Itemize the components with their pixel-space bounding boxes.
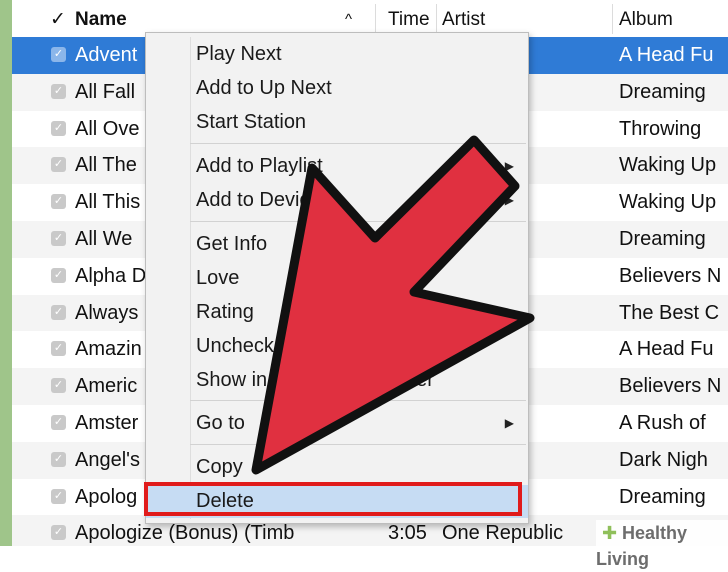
menu-item-label: Go to xyxy=(196,412,245,434)
column-divider xyxy=(436,4,437,34)
song-checkbox[interactable]: ✓ xyxy=(51,341,66,357)
menu-separator xyxy=(190,400,526,401)
leaf-logo-icon: ✚ xyxy=(602,523,618,543)
menu-item-love[interactable]: Love xyxy=(196,262,516,295)
song-checkbox[interactable]: ✓ xyxy=(51,83,66,99)
check-column-header[interactable]: ✓ xyxy=(50,0,66,37)
menu-item-copy[interactable]: Copy xyxy=(196,451,516,484)
menu-item-add-to-playlist[interactable]: Add to Playlist ▶ xyxy=(196,150,516,183)
song-album: Dark Nigh xyxy=(619,448,708,471)
menu-item-rating[interactable]: Rating xyxy=(196,296,516,329)
album-column-header[interactable]: Album xyxy=(619,0,673,37)
song-album: A Rush of xyxy=(619,411,706,434)
name-column-header[interactable]: Name xyxy=(75,0,127,37)
menu-item-uncheck-selection[interactable]: Uncheck Selection xyxy=(196,330,516,363)
submenu-arrow-icon: ▶ xyxy=(504,416,514,430)
song-album: Dreaming xyxy=(619,485,706,508)
song-album: Waking Up xyxy=(619,154,717,177)
song-album: Dreaming xyxy=(619,80,706,103)
menu-item-label: Add to Device xyxy=(196,189,321,211)
song-checkbox[interactable]: ✓ xyxy=(51,378,66,394)
song-checkbox[interactable]: ✓ xyxy=(51,414,66,430)
song-album: Dreaming xyxy=(619,227,706,250)
song-checkbox[interactable]: ✓ xyxy=(51,194,66,210)
context-menu: Play Next Add to Up Next Start Station A… xyxy=(145,32,529,524)
menu-separator xyxy=(190,143,526,144)
song-checkbox[interactable]: ✓ xyxy=(51,157,66,173)
menu-item-start-station[interactable]: Start Station xyxy=(196,106,516,139)
menu-item-play-next[interactable]: Play Next xyxy=(196,38,516,71)
song-album: Waking Up xyxy=(619,191,717,214)
menu-item-add-to-up-next[interactable]: Add to Up Next xyxy=(196,72,516,105)
song-checkbox[interactable]: ✓ xyxy=(51,267,66,283)
menu-item-go-to[interactable]: Go to ▶ xyxy=(196,407,516,440)
song-checkbox[interactable]: ✓ xyxy=(51,230,66,246)
menu-item-add-to-device[interactable]: Add to Device ▶ xyxy=(196,184,516,217)
song-checkbox[interactable]: ✓ xyxy=(51,120,66,136)
song-checkbox[interactable]: ✓ xyxy=(51,488,66,504)
column-divider xyxy=(612,4,613,34)
song-checkbox[interactable]: ✓ xyxy=(51,47,66,62)
song-album: Believers N xyxy=(619,375,722,398)
song-album: Believers N xyxy=(619,264,722,287)
menu-icon-gutter xyxy=(190,37,191,519)
delete-highlight-box xyxy=(144,482,522,516)
song-checkbox[interactable]: ✓ xyxy=(51,304,66,320)
song-album: Throwing xyxy=(619,117,702,140)
menu-item-show-in-explorer[interactable]: Show in Windows Explorer xyxy=(196,364,516,397)
submenu-arrow-icon: ▶ xyxy=(504,193,514,207)
watermark: ✚ Healthy Living xyxy=(596,520,728,569)
song-checkbox[interactable]: ✓ xyxy=(51,451,66,467)
song-album: The Best C xyxy=(619,301,720,324)
menu-separator xyxy=(190,444,526,445)
column-divider xyxy=(375,4,376,34)
song-checkbox[interactable]: ✓ xyxy=(51,525,66,541)
menu-item-get-info[interactable]: Get Info xyxy=(196,228,516,261)
menu-separator xyxy=(190,221,526,222)
song-album: A Head Fu xyxy=(619,44,714,66)
menu-item-label: Add to Playlist xyxy=(196,155,323,177)
song-album: A Head Fu xyxy=(619,338,714,361)
submenu-arrow-icon: ▶ xyxy=(504,159,514,173)
